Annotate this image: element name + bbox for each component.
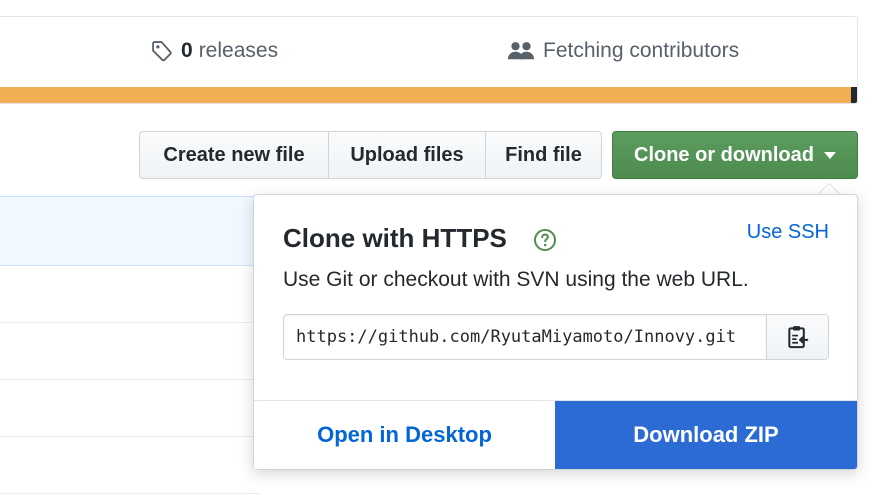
people-icon: [507, 42, 535, 60]
tag-icon: [152, 41, 172, 62]
clone-url-input[interactable]: [284, 315, 767, 359]
file-row[interactable]: [0, 437, 260, 494]
open-in-desktop-button[interactable]: Open in Desktop: [254, 401, 555, 469]
clone-title: Clone with HTTPS: [283, 223, 507, 253]
repo-stats-bar: 0 releases Fetching contributors: [0, 16, 858, 104]
download-zip-button[interactable]: Download ZIP: [555, 401, 857, 469]
releases-label: releases: [198, 39, 279, 62]
caret-down-icon: [824, 151, 836, 159]
use-ssh-link[interactable]: Use SSH: [747, 221, 829, 244]
contributors-label: Fetching contributors: [543, 39, 740, 62]
file-row[interactable]: [0, 380, 260, 437]
clone-url-group: [283, 314, 829, 360]
file-actions-group: Create new file Upload files Find file: [139, 131, 602, 179]
file-list: [0, 196, 260, 500]
copy-url-button[interactable]: [766, 315, 828, 359]
releases-count: 0: [181, 39, 193, 62]
file-row[interactable]: [0, 266, 260, 323]
clone-description: Use Git or checkout with SVN using the w…: [283, 268, 749, 291]
file-row[interactable]: [0, 323, 260, 380]
contributors-link[interactable]: Fetching contributors: [507, 39, 739, 63]
dropdown-pointer: [818, 183, 840, 194]
find-file-button[interactable]: Find file: [485, 132, 601, 178]
clipboard-icon: [787, 326, 808, 349]
clone-panel-footer: Open in Desktop Download ZIP: [254, 400, 857, 469]
clone-or-download-label: Clone or download: [634, 143, 814, 166]
releases-link[interactable]: 0 releases: [151, 39, 278, 63]
language-bar-segment[interactable]: [851, 87, 857, 103]
upload-files-button[interactable]: Upload files: [328, 132, 485, 178]
clone-or-download-button[interactable]: Clone or download: [612, 131, 858, 179]
commit-tease-header: [0, 196, 260, 266]
question-icon[interactable]: [533, 228, 557, 252]
create-new-file-button[interactable]: Create new file: [140, 132, 328, 178]
clone-dropdown-panel: Clone with HTTPS Use SSH Use Git or chec…: [253, 194, 858, 470]
language-bar[interactable]: [0, 87, 851, 103]
